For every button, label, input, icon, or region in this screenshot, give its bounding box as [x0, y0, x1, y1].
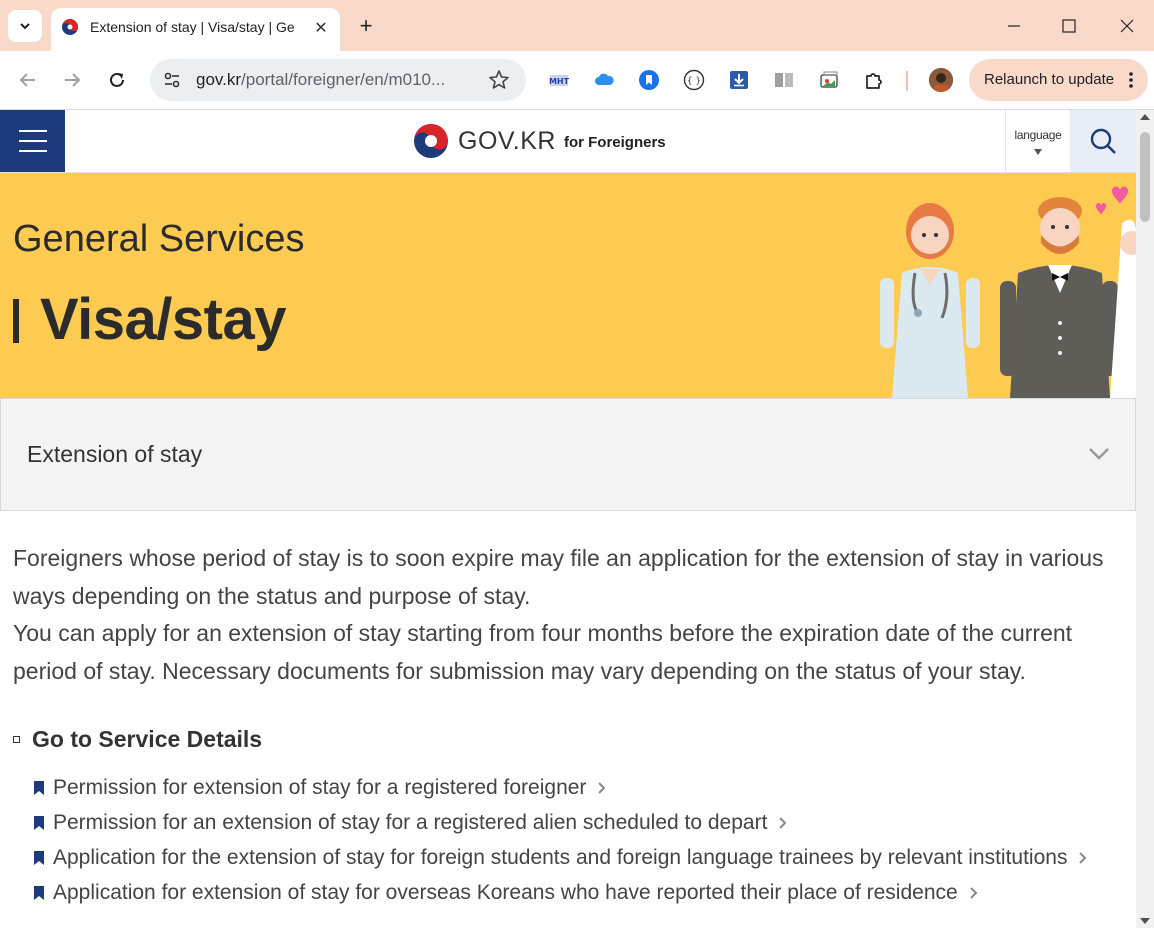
service-link[interactable]: Application for extension of stay for ov… — [34, 875, 1087, 910]
chevron-down-icon — [20, 23, 30, 30]
arrow-right-icon — [65, 73, 81, 87]
category-select[interactable]: Extension of stay — [0, 398, 1136, 511]
section-heading-text: Go to Service Details — [32, 726, 263, 752]
logo-text: GOV.KR — [458, 126, 556, 155]
bookmark-icon — [34, 780, 44, 795]
tab-title: Extension of stay | Visa/stay | Ge — [90, 19, 295, 35]
people-illustration — [880, 186, 1136, 398]
bracket-icon[interactable]: { } — [683, 69, 705, 91]
service-link-label: Permission for extension of stay for a r… — [53, 775, 587, 799]
banner-subtitle: General Services — [13, 218, 305, 260]
arrow-left-icon — [19, 73, 35, 87]
maximize-button[interactable] — [1054, 12, 1084, 40]
category-select-value: Extension of stay — [27, 441, 203, 467]
active-tab[interactable]: Extension of stay | Visa/stay | Ge ✕ — [51, 8, 340, 51]
site-info-icon — [164, 72, 180, 88]
reader-icon[interactable] — [773, 69, 795, 91]
page-scrollbar[interactable] — [1136, 110, 1154, 928]
url-host: gov.kr — [196, 70, 242, 89]
bookmark-blue-icon[interactable] — [638, 69, 660, 91]
section-heading: Go to Service Details — [13, 726, 262, 753]
gov-kr-favicon-icon — [62, 19, 78, 35]
url-text: gov.kr/portal/foreigner/en/m010... — [196, 70, 445, 90]
title-bar-accent — [13, 299, 19, 343]
reload-icon — [110, 72, 124, 87]
download-icon[interactable] — [728, 69, 750, 91]
minimize-icon — [1008, 25, 1020, 27]
svg-text:MHT: MHT — [549, 77, 570, 86]
banner-title: Visa/stay — [40, 287, 286, 352]
close-window-button[interactable] — [1112, 12, 1142, 40]
site-header: GOV.KR for Foreigners language — [0, 110, 1136, 173]
intro-paragraph-2: You can apply for an extension of stay s… — [13, 620, 1073, 684]
relaunch-button[interactable]: Relaunch to update — [969, 59, 1148, 101]
back-button[interactable] — [15, 67, 41, 93]
url-path: /portal/foreigner/en/m010... — [241, 70, 446, 89]
new-tab-button[interactable]: + — [352, 12, 380, 40]
cloud-icon[interactable] — [593, 69, 615, 91]
logo-subtitle: for Foreigners — [563, 134, 666, 151]
gallery-icon[interactable] — [818, 69, 840, 91]
chevron-right-icon — [1079, 851, 1087, 864]
forward-button[interactable] — [59, 67, 85, 93]
puzzle-icon[interactable] — [863, 69, 885, 91]
square-bullet-icon — [13, 736, 20, 743]
scroll-down-arrow-icon[interactable] — [1140, 918, 1150, 924]
address-bar[interactable]: gov.kr/portal/foreigner/en/m010... — [150, 59, 526, 101]
relaunch-label: Relaunch to update — [984, 71, 1115, 88]
site-logo[interactable]: GOV.KR for Foreigners — [412, 122, 666, 160]
mht-icon[interactable]: MHT — [548, 69, 570, 91]
browser-toolbar: gov.kr/portal/foreigner/en/m010... MHT {… — [0, 51, 1154, 110]
bookmark-icon — [34, 885, 44, 900]
toolbar-divider — [906, 71, 908, 91]
close-icon — [1120, 19, 1134, 33]
caret-down-icon — [1034, 149, 1042, 155]
service-link-label: Permission for an extension of stay for … — [53, 810, 768, 834]
scroll-thumb[interactable] — [1140, 132, 1150, 222]
chevron-right-icon — [598, 781, 606, 794]
service-link[interactable]: Permission for extension of stay for a r… — [34, 770, 1087, 805]
main-content: Foreigners whose period of stay is to so… — [13, 540, 1131, 904]
language-label: language — [1014, 128, 1062, 142]
chevron-right-icon — [969, 886, 978, 899]
intro-paragraph-1: Foreigners whose period of stay is to so… — [13, 545, 1104, 609]
chevron-right-icon — [779, 816, 787, 829]
tab-strip: Extension of stay | Visa/stay | Ge ✕ + — [0, 0, 1154, 51]
scroll-up-arrow-icon[interactable] — [1140, 114, 1150, 120]
service-link[interactable]: Permission for an extension of stay for … — [34, 805, 1087, 840]
web-page: GOV.KR for Foreigners language General S… — [0, 110, 1136, 928]
more-vert-icon — [1129, 72, 1133, 88]
bookmark-icon — [34, 815, 44, 830]
profile-avatar[interactable] — [929, 68, 953, 92]
menu-icon-line — [19, 140, 47, 142]
chevron-down-icon — [1089, 448, 1109, 460]
service-link-label: Application for the extension of stay fo… — [53, 845, 1068, 869]
tab-close-icon[interactable]: ✕ — [312, 19, 330, 37]
star-icon[interactable] — [488, 69, 510, 91]
maximize-icon — [1062, 19, 1076, 33]
menu-icon-line — [19, 130, 47, 132]
minimize-button[interactable] — [999, 12, 1029, 40]
service-link[interactable]: Application for the extension of stay fo… — [34, 840, 1087, 875]
taegeuk-logo-icon — [414, 124, 448, 158]
menu-icon-line — [19, 150, 47, 152]
search-button[interactable] — [1070, 110, 1136, 172]
service-link-label: Application for extension of stay for ov… — [53, 880, 958, 904]
tab-search-button[interactable] — [8, 10, 42, 42]
bookmark-icon — [34, 850, 44, 865]
category-banner: General Services Visa/stay — [0, 173, 1136, 398]
language-selector[interactable]: language — [1005, 110, 1070, 172]
reload-button[interactable] — [104, 67, 130, 93]
menu-button[interactable] — [0, 110, 65, 172]
service-links-list: Permission for extension of stay for a r… — [34, 770, 1087, 910]
search-icon — [1090, 128, 1116, 154]
svg-text:{ }: { } — [687, 77, 701, 87]
